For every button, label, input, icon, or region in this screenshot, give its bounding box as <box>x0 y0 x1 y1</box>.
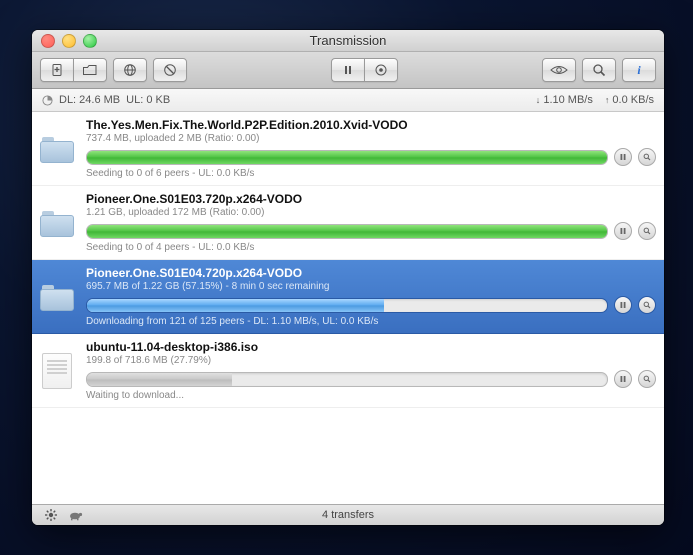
torrent-name: The.Yes.Men.Fix.The.World.P2P.Edition.20… <box>86 118 656 132</box>
torrent-status: Downloading from 121 of 125 peers - DL: … <box>86 316 656 327</box>
torrent-row[interactable]: The.Yes.Men.Fix.The.World.P2P.Edition.20… <box>32 112 664 186</box>
folder-icon <box>38 118 76 179</box>
row-reveal-button[interactable] <box>638 296 656 314</box>
stats-ul-rate: ↑ 0.0 KB/s <box>605 94 654 106</box>
titlebar[interactable]: Transmission <box>32 30 664 52</box>
row-pause-button[interactable] <box>614 222 632 240</box>
transfer-count: 4 transfers <box>32 509 664 521</box>
torrent-name: Pioneer.One.S01E04.720p.x264-VODO <box>86 266 656 280</box>
torrent-list[interactable]: The.Yes.Men.Fix.The.World.P2P.Edition.20… <box>32 112 664 504</box>
window-title: Transmission <box>32 33 664 48</box>
turtle-button[interactable] <box>66 507 84 523</box>
open-torrent-button[interactable] <box>73 58 107 82</box>
torrent-status: Seeding to 0 of 4 peers - UL: 0.0 KB/s <box>86 242 656 253</box>
row-reveal-button[interactable] <box>638 148 656 166</box>
inspector-button[interactable]: i <box>622 58 656 82</box>
minimize-button[interactable] <box>62 34 76 48</box>
stats-dl-rate: ↓ 1.10 MB/s <box>536 94 593 106</box>
row-pause-button[interactable] <box>614 296 632 314</box>
folder-icon <box>38 266 76 327</box>
footer: 4 transfers <box>32 504 664 525</box>
torrent-name: Pioneer.One.S01E03.720p.x264-VODO <box>86 192 656 206</box>
transmission-window: Transmission <box>32 30 664 525</box>
row-pause-button[interactable] <box>614 370 632 388</box>
remove-button[interactable] <box>153 58 187 82</box>
torrent-name: ubuntu-11.04-desktop-i386.iso <box>86 340 656 354</box>
settings-button[interactable] <box>42 507 60 523</box>
stats-bar: DL: 24.6 MB UL: 0 KB ↓ 1.10 MB/s ↑ 0.0 K… <box>32 89 664 112</box>
toolbar: i <box>32 52 664 89</box>
ratio-icon <box>42 94 53 106</box>
create-torrent-button[interactable] <box>40 58 73 82</box>
row-pause-button[interactable] <box>614 148 632 166</box>
file-icon <box>38 340 76 401</box>
torrent-status: Waiting to download... <box>86 390 656 401</box>
filter-button[interactable] <box>582 58 616 82</box>
open-url-button[interactable] <box>113 58 147 82</box>
resume-all-button[interactable] <box>364 58 398 82</box>
torrent-sub: 695.7 MB of 1.22 GB (57.15%) - 8 min 0 s… <box>86 281 656 292</box>
svg-text:i: i <box>637 63 641 77</box>
torrent-row[interactable]: Pioneer.One.S01E03.720p.x264-VODO1.21 GB… <box>32 186 664 260</box>
torrent-sub: 1.21 GB, uploaded 172 MB (Ratio: 0.00) <box>86 207 656 218</box>
progress-bar <box>86 298 608 313</box>
row-reveal-button[interactable] <box>638 222 656 240</box>
progress-bar <box>86 224 608 239</box>
row-reveal-button[interactable] <box>638 370 656 388</box>
folder-icon <box>38 192 76 253</box>
torrent-status: Seeding to 0 of 6 peers - UL: 0.0 KB/s <box>86 168 656 179</box>
stats-ul-total: UL: 0 KB <box>126 94 170 106</box>
torrent-row[interactable]: ubuntu-11.04-desktop-i386.iso199.8 of 71… <box>32 334 664 408</box>
torrent-row[interactable]: Pioneer.One.S01E04.720p.x264-VODO695.7 M… <box>32 260 664 334</box>
stats-dl-total: DL: 24.6 MB <box>59 94 120 106</box>
zoom-button[interactable] <box>83 34 97 48</box>
progress-bar <box>86 372 608 387</box>
close-button[interactable] <box>41 34 55 48</box>
progress-bar <box>86 150 608 165</box>
pause-all-button[interactable] <box>331 58 364 82</box>
torrent-sub: 737.4 MB, uploaded 2 MB (Ratio: 0.00) <box>86 133 656 144</box>
traffic-lights <box>41 34 97 48</box>
torrent-sub: 199.8 of 718.6 MB (27.79%) <box>86 355 656 366</box>
quicklook-button[interactable] <box>542 58 576 82</box>
